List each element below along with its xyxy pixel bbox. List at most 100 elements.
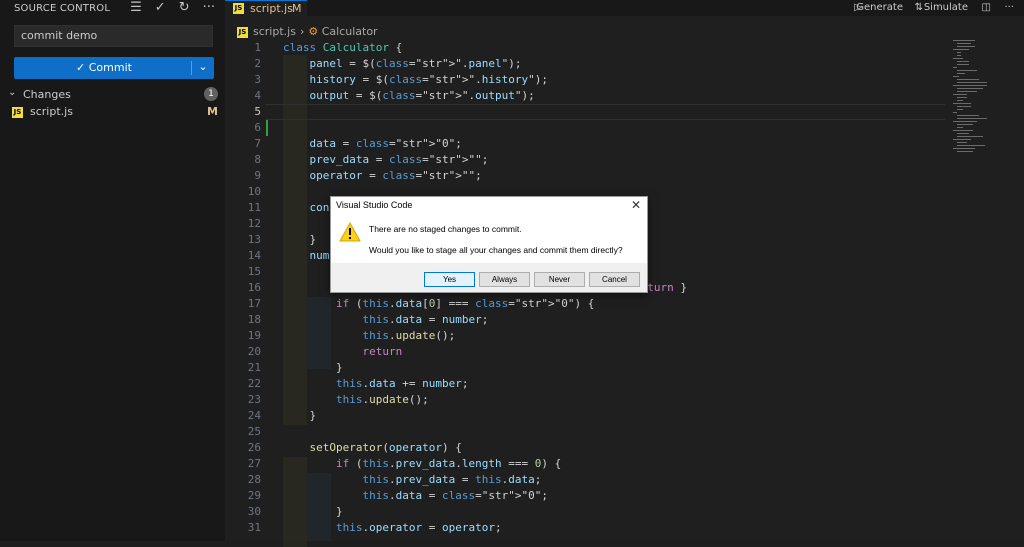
code-line[interactable]: 1 class Calculator { bbox=[225, 40, 945, 56]
code-line[interactable]: 24 } bbox=[225, 408, 945, 424]
code-line[interactable]: 4 output = $(class="str">".output"); bbox=[225, 88, 945, 104]
more-icon[interactable]: ··· bbox=[1004, 2, 1014, 13]
minimap-line bbox=[957, 82, 987, 83]
minimap-line bbox=[957, 73, 965, 74]
minimap-line bbox=[957, 43, 971, 44]
breadcrumb-symbol[interactable]: Calculator bbox=[322, 25, 378, 38]
tab-status: M bbox=[292, 2, 302, 15]
code-text: class Calculator { bbox=[283, 41, 403, 54]
code-line[interactable]: 17 if (this.data[0] === class="str">"0")… bbox=[225, 296, 945, 312]
code-line[interactable]: 31 this.operator = operator; bbox=[225, 520, 945, 536]
generate-button[interactable]: Generate bbox=[856, 2, 903, 13]
line-number: 25 bbox=[247, 425, 261, 438]
code-line[interactable]: 29 this.data = class="str">"0"; bbox=[225, 488, 945, 504]
changed-file-item[interactable]: JS script.js M bbox=[12, 105, 218, 119]
line-number: 28 bbox=[247, 473, 261, 486]
simulate-icon[interactable]: ⇅ bbox=[915, 2, 923, 13]
chevron-down-icon[interactable]: ⌄ bbox=[196, 60, 210, 73]
code-line[interactable]: 27 if (this.prev_data.length === 0) { bbox=[225, 456, 945, 472]
minimap-line bbox=[953, 76, 959, 77]
refresh-icon[interactable]: ↻ bbox=[179, 0, 190, 15]
line-number: 22 bbox=[247, 377, 261, 390]
code-line[interactable]: 9 operator = class="str">""; bbox=[225, 168, 945, 184]
code-text: operator = class="str">""; bbox=[309, 169, 482, 182]
code-line[interactable]: 2 panel = $(class="str">".panel"); bbox=[225, 56, 945, 72]
code-text: this.data += number; bbox=[335, 377, 469, 390]
code-line[interactable]: 20 return bbox=[225, 344, 945, 360]
code-line[interactable]: 23 this.update(); bbox=[225, 392, 945, 408]
split-editor-icon[interactable]: ◫ bbox=[982, 2, 991, 13]
code-text: } bbox=[283, 233, 317, 246]
line-number: 18 bbox=[247, 313, 261, 326]
code-text: } bbox=[283, 361, 343, 374]
minimap-line bbox=[957, 133, 969, 134]
breadcrumb-file[interactable]: script.js bbox=[253, 25, 296, 38]
dialog-body: There are no staged changes to commit. W… bbox=[331, 214, 647, 263]
code-line[interactable]: 6 bbox=[225, 120, 945, 136]
minimap-line bbox=[957, 64, 969, 65]
minimap-line bbox=[953, 49, 969, 50]
view-as-list-icon[interactable]: ☰ bbox=[130, 0, 142, 15]
close-icon[interactable]: ✕ bbox=[631, 198, 641, 212]
code-line[interactable]: 28 this.prev_data = this.data; bbox=[225, 472, 945, 488]
minimap-line bbox=[953, 103, 971, 104]
code-text: output = $(class="str">".output"); bbox=[309, 89, 535, 102]
sidebar-header: SOURCE CONTROL ☰ ✓ ↻ ··· bbox=[0, 0, 225, 16]
commit-button[interactable]: ✓ Commit ⌄ bbox=[14, 57, 214, 79]
code-line[interactable]: 21 } bbox=[225, 360, 945, 376]
tab-script-js[interactable]: JS script.js M bbox=[225, 0, 307, 16]
changes-group[interactable]: ⌄ Changes 1 bbox=[8, 87, 218, 101]
line-number: 31 bbox=[247, 521, 261, 534]
line-number: 13 bbox=[247, 233, 261, 246]
code-text: this.prev_data = this.data; bbox=[362, 473, 542, 486]
code-text: return bbox=[362, 345, 403, 358]
line-number: 17 bbox=[247, 297, 261, 310]
check-icon[interactable]: ✓ bbox=[155, 0, 166, 15]
minimap-line bbox=[953, 40, 975, 41]
minimap-line bbox=[953, 139, 971, 140]
tab-bar: JS script.js M ▷ Generate ⇅ Simulate ◫ ·… bbox=[225, 0, 1024, 16]
code-line[interactable]: 3 history = $(class="str">".history"); bbox=[225, 72, 945, 88]
code-text: this.update(); bbox=[362, 329, 456, 342]
line-number: 10 bbox=[247, 185, 261, 198]
source-control-sidebar: SOURCE CONTROL ☰ ✓ ↻ ··· commit demo ✓ C… bbox=[0, 0, 225, 541]
always-button[interactable]: Always bbox=[479, 272, 530, 287]
minimap-line bbox=[957, 46, 975, 47]
line-number: 30 bbox=[247, 505, 261, 518]
code-line[interactable]: 5 bbox=[225, 104, 945, 120]
line-number: 26 bbox=[247, 441, 261, 454]
code-line[interactable]: 8 prev_data = class="str">""; bbox=[225, 152, 945, 168]
code-line[interactable]: 7 data = class="str">"0"; bbox=[225, 136, 945, 152]
code-text: this.update(); bbox=[335, 393, 429, 406]
never-button[interactable]: Never bbox=[534, 272, 585, 287]
more-icon[interactable]: ··· bbox=[203, 0, 215, 15]
warning-icon bbox=[339, 222, 361, 242]
minimap-line bbox=[953, 58, 963, 59]
line-number: 15 bbox=[247, 265, 261, 278]
code-line[interactable]: 26 setOperator(operator) { bbox=[225, 440, 945, 456]
minimap[interactable] bbox=[949, 40, 1024, 160]
line-number: 4 bbox=[254, 89, 261, 102]
dialog-footer: Yes Always Never Cancel bbox=[331, 263, 647, 292]
cancel-button[interactable]: Cancel bbox=[589, 272, 640, 287]
commit-message-input[interactable]: commit demo bbox=[14, 25, 213, 47]
sidebar-title: SOURCE CONTROL bbox=[14, 3, 111, 14]
code-line[interactable]: 30 } bbox=[225, 504, 945, 520]
code-line[interactable]: 22 this.data += number; bbox=[225, 376, 945, 392]
dialog-detail: Would you like to stage all your changes… bbox=[369, 245, 623, 255]
simulate-button[interactable]: Simulate bbox=[924, 2, 968, 13]
javascript-file-icon: JS bbox=[237, 26, 248, 38]
line-number: 1 bbox=[254, 41, 261, 54]
code-line[interactable]: 25 bbox=[225, 424, 945, 440]
minimap-line bbox=[957, 88, 983, 89]
minimap-line bbox=[957, 136, 983, 137]
code-line[interactable]: 19 this.update(); bbox=[225, 328, 945, 344]
file-status-badge: M bbox=[207, 105, 218, 118]
code-text: cons bbox=[309, 201, 337, 214]
javascript-file-icon: JS bbox=[12, 106, 23, 118]
minimap-line bbox=[953, 130, 973, 131]
minimap-line bbox=[953, 67, 957, 68]
code-line[interactable]: 18 this.data = number; bbox=[225, 312, 945, 328]
yes-button[interactable]: Yes bbox=[424, 272, 475, 287]
minimap-line bbox=[953, 121, 977, 122]
